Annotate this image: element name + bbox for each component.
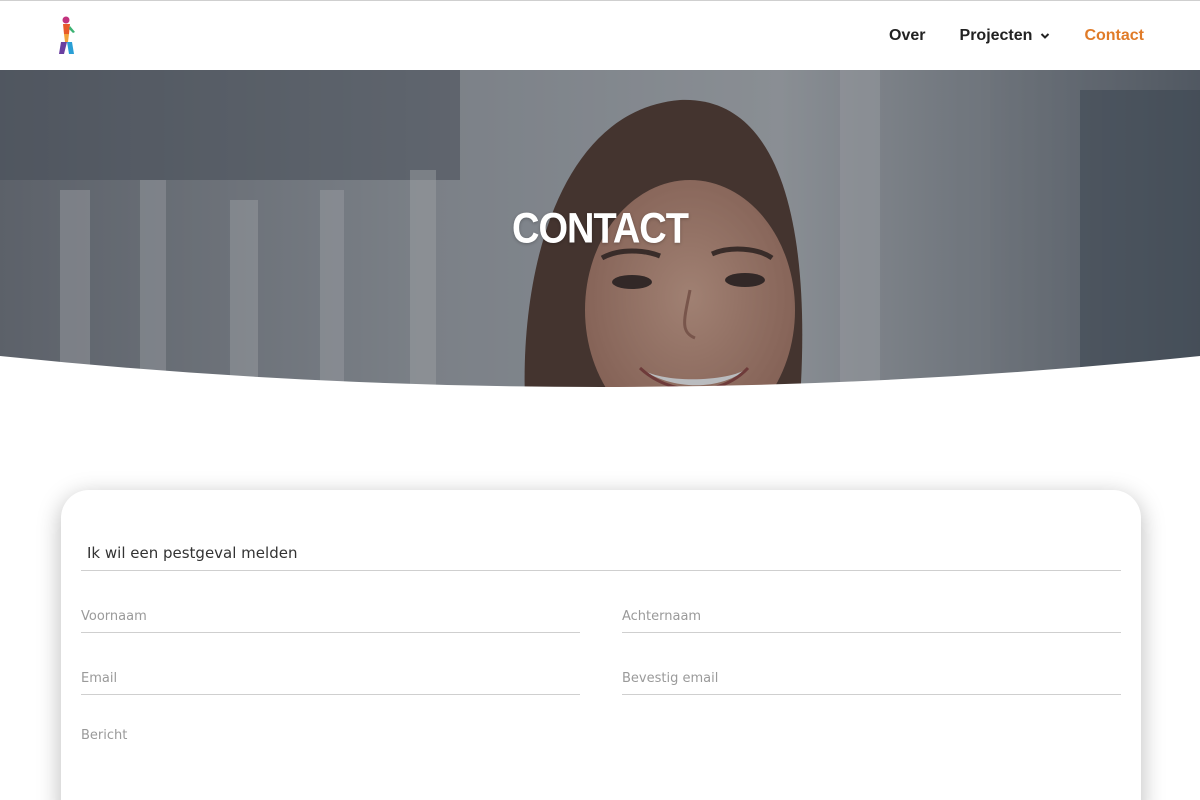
reason-select[interactable]: Ik wil een pestgeval melden <box>81 538 1121 571</box>
email-field-wrapper <box>81 662 580 695</box>
nav-item-label: Contact <box>1084 27 1144 44</box>
message-field-wrapper <box>81 722 1121 800</box>
last-name-field[interactable] <box>622 600 1121 632</box>
nav-item-label: Projecten <box>959 27 1033 44</box>
first-name-field-wrapper <box>81 600 580 633</box>
last-name-field-wrapper <box>622 600 1121 633</box>
contact-form-card: Ik wil een pestgeval melden <box>61 490 1141 800</box>
reason-select-value: Ik wil een pestgeval melden <box>87 544 298 562</box>
email-field[interactable] <box>81 662 580 694</box>
main-nav: Over Projecten Contact <box>855 1 1144 71</box>
first-name-field[interactable] <box>81 600 580 632</box>
confirm-email-field-wrapper <box>622 662 1121 695</box>
nav-item-projecten[interactable]: Projecten <box>960 27 1051 45</box>
nav-item-contact[interactable]: Contact <box>1084 27 1144 45</box>
logo-icon[interactable] <box>55 16 77 56</box>
site-header: Over Projecten Contact <box>0 0 1200 70</box>
hero-banner: CONTACT <box>0 70 1200 400</box>
confirm-email-field[interactable] <box>622 662 1121 694</box>
chevron-down-icon <box>1041 33 1050 39</box>
nav-item-over[interactable]: Over <box>889 27 925 45</box>
message-field[interactable] <box>81 722 1121 800</box>
nav-item-label: Over <box>889 27 926 44</box>
page-title: CONTACT <box>512 205 689 253</box>
